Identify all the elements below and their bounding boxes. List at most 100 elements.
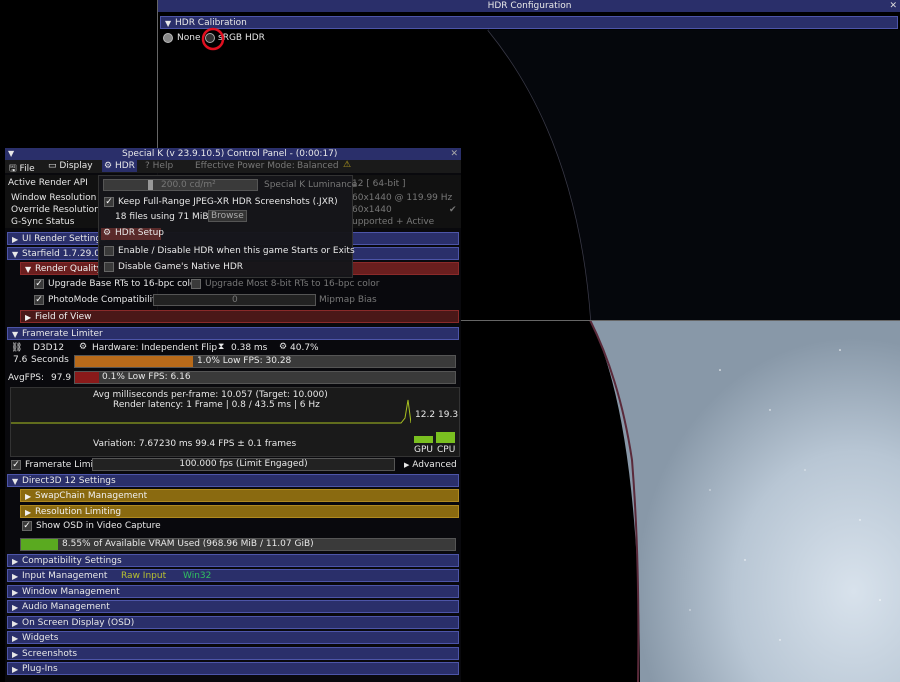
compat-settings-header[interactable]: ▶ Compatibility Settings: [7, 554, 459, 567]
hdr-setup-label: HDR Setup: [115, 228, 165, 238]
osd-header[interactable]: ▶ On Screen Display (OSD): [7, 616, 459, 629]
hdr-setup-item[interactable]: ⚙ HDR Setup: [101, 228, 165, 240]
mipmap-bias-slider[interactable]: 0: [153, 294, 316, 306]
framerate-limiter-label: Framerate Limiter: [22, 329, 103, 339]
render-quality-label: Render Quality: [35, 264, 103, 274]
expand-triangle-icon: ▶: [12, 665, 19, 674]
window-management-header[interactable]: ▶ Window Management: [7, 585, 459, 598]
photomode-checkbox[interactable]: ✓: [34, 295, 44, 305]
gpu-label: GPU: [414, 445, 433, 455]
luminance-label: Special K Luminance: [264, 180, 358, 190]
expand-triangle-icon: ▶: [12, 634, 19, 643]
disable-native-hdr-checkbox[interactable]: [104, 262, 114, 272]
upgrade-most-checkbox[interactable]: [191, 279, 201, 289]
field-of-view-header[interactable]: ▶ Field of View: [20, 310, 459, 323]
framerate-limit-checkbox[interactable]: ✓: [11, 460, 21, 470]
hdr-window-close-icon[interactable]: ✕: [889, 0, 897, 12]
expand-triangle-icon: ▶: [404, 461, 410, 469]
advanced-label: Advanced: [412, 460, 457, 470]
low-fps-01-fill: [75, 372, 99, 383]
input-management-header[interactable]: ▶ Input Management Raw Input Win32: [7, 569, 459, 582]
override-res-label: Override Resolution: [11, 205, 100, 215]
files-using: 18 files using 71 MiB: [115, 212, 209, 222]
hdr-calibration-header[interactable]: ▼ HDR Calibration: [160, 16, 898, 29]
expand-triangle-icon: ▶: [25, 313, 32, 322]
collapse-triangle-icon: ▼: [25, 265, 32, 274]
frametime-graph: Avg milliseconds per-frame: 10.057 (Targ…: [10, 387, 460, 457]
audio-management-header[interactable]: ▶ Audio Management: [7, 600, 459, 613]
luminance-slider[interactable]: 200.0 cd/m²: [103, 179, 258, 191]
low-fps-1-text: 1.0% Low FPS: 30.28: [197, 356, 292, 366]
avg-ms-text: Avg milliseconds per-frame: 10.057 (Targ…: [93, 390, 328, 400]
screenshots-header[interactable]: ▶ Screenshots: [7, 647, 459, 660]
low-fps-01-bar: 0.1% Low FPS: 6.16: [74, 371, 456, 384]
menu-help[interactable]: ? Help: [145, 161, 173, 171]
sk-close-icon[interactable]: ✕: [450, 148, 458, 160]
upgrade-base-checkbox[interactable]: ✓: [34, 279, 44, 289]
enable-disable-hdr-checkbox[interactable]: [104, 246, 114, 256]
keep-full-range-checkbox[interactable]: ✓: [104, 197, 114, 207]
gpu-bar: [414, 436, 433, 443]
cpu-label: CPU: [437, 445, 456, 455]
expand-triangle-icon: ▶: [12, 619, 19, 628]
low-fps-1-bar: 1.0% Low FPS: 30.28: [74, 355, 456, 368]
active-api-label: Active Render API: [8, 178, 88, 188]
widgets-label: Widgets: [22, 633, 59, 643]
audio-management-label: Audio Management: [22, 602, 110, 612]
resolution-limiting-header[interactable]: ▶ Resolution Limiting: [20, 505, 459, 518]
sk-title: Special K (v 23.9.10.5) Control Panel - …: [122, 149, 338, 159]
question-icon: ?: [145, 161, 150, 171]
win32-label: Win32: [183, 571, 212, 581]
plugins-header[interactable]: ▶ Plug-Ins: [7, 662, 459, 675]
monitor-icon: ▭: [48, 161, 57, 171]
file-icon: 🖫: [9, 164, 17, 174]
expand-triangle-icon: ▶: [12, 603, 19, 612]
raw-input-label: Raw Input: [121, 571, 167, 581]
gear-icon: ⚙: [103, 228, 112, 238]
widgets-header[interactable]: ▶ Widgets: [7, 631, 459, 644]
expand-triangle-icon: ▶: [12, 588, 19, 597]
sk-titlebar[interactable]: ▼ Special K (v 23.9.10.5) Control Panel …: [5, 148, 461, 160]
advanced-toggle[interactable]: ▶ Advanced: [404, 460, 457, 470]
link-icon: ⛓: [11, 343, 23, 353]
luminance-value: 200.0 cd/m²: [161, 180, 216, 190]
photomode-label: PhotoMode Compatibility: [48, 295, 161, 305]
collapse-triangle-icon: ▼: [8, 149, 15, 158]
hdr-window-titlebar[interactable]: HDR Configuration ✕: [158, 0, 900, 12]
swapchain-header[interactable]: ▶ SwapChain Management: [20, 489, 459, 502]
collapse-triangle-icon: ▼: [12, 477, 19, 486]
mipmap-value: 0: [232, 295, 238, 305]
menu-hdr[interactable]: ⚙ HDR: [102, 160, 137, 172]
slider-grab[interactable]: [148, 180, 153, 190]
vram-usage-text: 8.55% of Available VRAM Used (968.96 MiB…: [62, 539, 314, 549]
show-osd-checkbox[interactable]: ✓: [22, 521, 32, 531]
seconds-value: 7.6: [13, 355, 28, 365]
collapse-triangle-icon: ▼: [165, 19, 172, 28]
cpu-bar: [436, 432, 455, 443]
d3d12-settings-header[interactable]: ▼ Direct3D 12 Settings: [7, 474, 459, 487]
framerate-limiter-header[interactable]: ▼ Framerate Limiter: [7, 327, 459, 340]
sk-menubar: 🖫 File ▭ Display ⚙ HDR ? Help Effective …: [5, 160, 461, 174]
browse-button[interactable]: Browse: [208, 210, 247, 222]
compat-settings-label: Compatibility Settings: [22, 556, 122, 566]
show-osd-label: Show OSD in Video Capture: [36, 521, 161, 531]
input-management-label: Input Management: [22, 571, 108, 581]
low-fps-01-text: 0.1% Low FPS: 6.16: [102, 372, 191, 382]
window-management-label: Window Management: [22, 587, 120, 597]
special-k-control-panel: ▼ Special K (v 23.9.10.5) Control Panel …: [5, 148, 461, 682]
override-res-value: 60x1440: [352, 205, 392, 215]
checkmark-icon: ✔: [449, 205, 457, 215]
menu-display[interactable]: ▭ Display: [48, 161, 93, 171]
expand-triangle-icon: ▶: [25, 508, 32, 517]
window-res-label: Window Resolution: [11, 193, 97, 203]
power-mode-label: Effective Power Mode:: [195, 161, 295, 171]
framerate-limit-input[interactable]: 100.000 fps (Limit Engaged): [92, 458, 395, 471]
hdr-window-title: HDR Configuration: [487, 1, 572, 11]
gsync-label: G-Sync Status: [11, 217, 75, 227]
api-value: D3D12: [33, 343, 65, 353]
percent-value: 40.7%: [290, 343, 319, 353]
avg-fps-label: AvgFPS:: [8, 373, 45, 383]
radio-none-circle-icon: [163, 33, 173, 43]
mipmap-bias-label: Mipmap Bias: [319, 295, 377, 305]
time-ms: 0.38 ms: [231, 343, 268, 353]
